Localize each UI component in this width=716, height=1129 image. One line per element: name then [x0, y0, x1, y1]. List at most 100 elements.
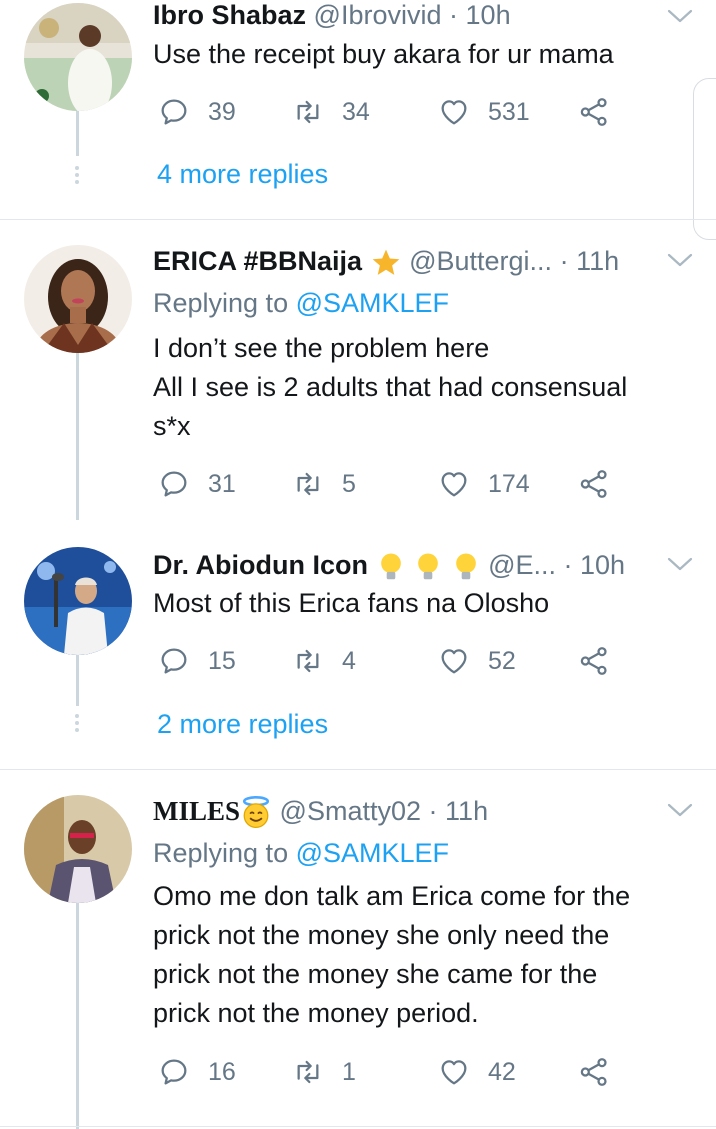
- username[interactable]: @E...: [488, 550, 556, 580]
- tweet-header: Ibro Shabaz @Ibrovivid · 10h: [153, 0, 666, 33]
- lightbulb-emoji: [418, 553, 438, 580]
- chevron-down-icon[interactable]: [666, 6, 694, 26]
- retweet-count: 1: [342, 1057, 356, 1086]
- separator: ·: [563, 550, 573, 580]
- retweet-icon: [292, 96, 324, 128]
- like-icon: [438, 1056, 470, 1088]
- share-icon: [578, 1056, 610, 1088]
- reply-count: 39: [208, 97, 236, 126]
- reply-icon: [158, 1056, 190, 1088]
- lightbulb-emoji: [380, 553, 401, 580]
- divider: [0, 1126, 716, 1127]
- timestamp[interactable]: 11h: [576, 246, 619, 276]
- text-line: prick not the money period.: [153, 998, 479, 1028]
- retweet-count: 5: [342, 469, 356, 498]
- like-button[interactable]: 531: [438, 92, 530, 132]
- reply-count: 31: [208, 469, 236, 498]
- reply-icon: [158, 645, 190, 677]
- like-button[interactable]: 174: [438, 464, 530, 504]
- avatar[interactable]: [24, 795, 132, 903]
- tweet-4[interactable]: MILES @Smatty02 · 11h Replying to @SAMKL…: [0, 770, 716, 1129]
- reply-count: 15: [208, 646, 236, 675]
- share-button[interactable]: [578, 1052, 610, 1092]
- username[interactable]: @Smatty02: [280, 796, 421, 826]
- more-replies-link[interactable]: 2 more replies: [157, 706, 328, 742]
- username[interactable]: @Buttergi...: [409, 246, 552, 276]
- text-line: I don’t see the problem here: [153, 333, 490, 363]
- like-button[interactable]: 42: [438, 1052, 516, 1092]
- retweet-count: 34: [342, 97, 370, 126]
- reply-button[interactable]: 31: [158, 464, 236, 504]
- thread-line: [76, 903, 79, 1129]
- avatar[interactable]: [24, 3, 132, 111]
- thread-dots: [73, 166, 81, 187]
- replying-prefix: Replying to: [153, 288, 296, 318]
- text-line: s*x: [153, 411, 191, 441]
- share-icon: [578, 468, 610, 500]
- tweet-header: ERICA #BBNaija @Buttergi... · 11h: [153, 243, 666, 279]
- thread-line: [76, 111, 79, 156]
- display-name[interactable]: MILES: [153, 796, 240, 826]
- separator: ·: [559, 246, 569, 276]
- share-icon: [578, 645, 610, 677]
- like-icon: [438, 468, 470, 500]
- display-name[interactable]: Dr. Abiodun Icon: [153, 550, 368, 580]
- replying-to-link[interactable]: @SAMKLEF: [296, 838, 449, 868]
- tweet-2[interactable]: ERICA #BBNaija @Buttergi... · 11h Replyi…: [0, 220, 716, 520]
- username[interactable]: @Ibrovivid: [314, 0, 442, 30]
- retweet-icon: [292, 468, 324, 500]
- action-bar: 16 1 42: [153, 1052, 633, 1092]
- chevron-down-icon[interactable]: [666, 800, 694, 820]
- reply-button[interactable]: 16: [158, 1052, 236, 1092]
- tweet-3[interactable]: Dr. Abiodun Icon @E... · 10h Most of thi…: [0, 520, 716, 769]
- like-count: 52: [488, 646, 516, 675]
- like-icon: [438, 96, 470, 128]
- text-line: prick not the money she came for the: [153, 959, 598, 989]
- retweet-icon: [292, 1056, 324, 1088]
- like-button[interactable]: 52: [438, 641, 516, 681]
- text-line: Use the receipt buy akara for ur mama: [153, 39, 614, 69]
- avatar[interactable]: [24, 245, 132, 353]
- like-count: 531: [488, 97, 530, 126]
- share-button[interactable]: [578, 464, 610, 504]
- share-icon: [578, 96, 610, 128]
- separator: ·: [428, 796, 438, 826]
- retweet-button[interactable]: 4: [292, 641, 356, 681]
- chevron-down-icon[interactable]: [666, 554, 694, 574]
- avatar[interactable]: [24, 547, 132, 655]
- retweet-icon: [292, 645, 324, 677]
- timestamp[interactable]: 11h: [445, 796, 488, 826]
- chevron-down-icon[interactable]: [666, 250, 694, 270]
- tweet-text: Most of this Erica fans na Olosho: [153, 584, 686, 623]
- replying-to: Replying to @SAMKLEF: [153, 284, 449, 322]
- reply-button[interactable]: 39: [158, 92, 236, 132]
- display-name[interactable]: ERICA #BBNaija: [153, 246, 362, 276]
- tweet-header: Dr. Abiodun Icon @E... · 10h: [153, 547, 666, 583]
- retweet-button[interactable]: 1: [292, 1052, 356, 1092]
- replying-to-link[interactable]: @SAMKLEF: [296, 288, 449, 318]
- tweet-text: Omo me don talk am Erica come for the pr…: [153, 877, 686, 1033]
- tweet-text: Use the receipt buy akara for ur mama: [153, 35, 686, 74]
- retweet-button[interactable]: 34: [292, 92, 370, 132]
- text-line: prick not the money she only need the: [153, 920, 610, 950]
- thread-dots: [73, 714, 81, 735]
- star-emoji: [372, 249, 399, 275]
- more-replies-link[interactable]: 4 more replies: [157, 156, 328, 192]
- smiling-halo-emoji: [242, 795, 270, 828]
- action-bar: 39 34 531: [153, 92, 633, 132]
- share-button[interactable]: [578, 641, 610, 681]
- tweet-1[interactable]: Ibro Shabaz @Ibrovivid · 10h Use the rec…: [0, 0, 716, 219]
- reply-button[interactable]: 15: [158, 641, 236, 681]
- display-name[interactable]: Ibro Shabaz: [153, 0, 306, 30]
- thread-line: [76, 655, 79, 706]
- share-button[interactable]: [578, 92, 610, 132]
- text-line: Omo me don talk am Erica come for the: [153, 881, 631, 911]
- timestamp[interactable]: 10h: [466, 0, 511, 30]
- timestamp[interactable]: 10h: [580, 550, 625, 580]
- like-count: 174: [488, 469, 530, 498]
- tweet-text: I don’t see the problem here All I see i…: [153, 329, 686, 446]
- thread-line: [76, 353, 79, 520]
- retweet-count: 4: [342, 646, 356, 675]
- retweet-button[interactable]: 5: [292, 464, 356, 504]
- like-icon: [438, 645, 470, 677]
